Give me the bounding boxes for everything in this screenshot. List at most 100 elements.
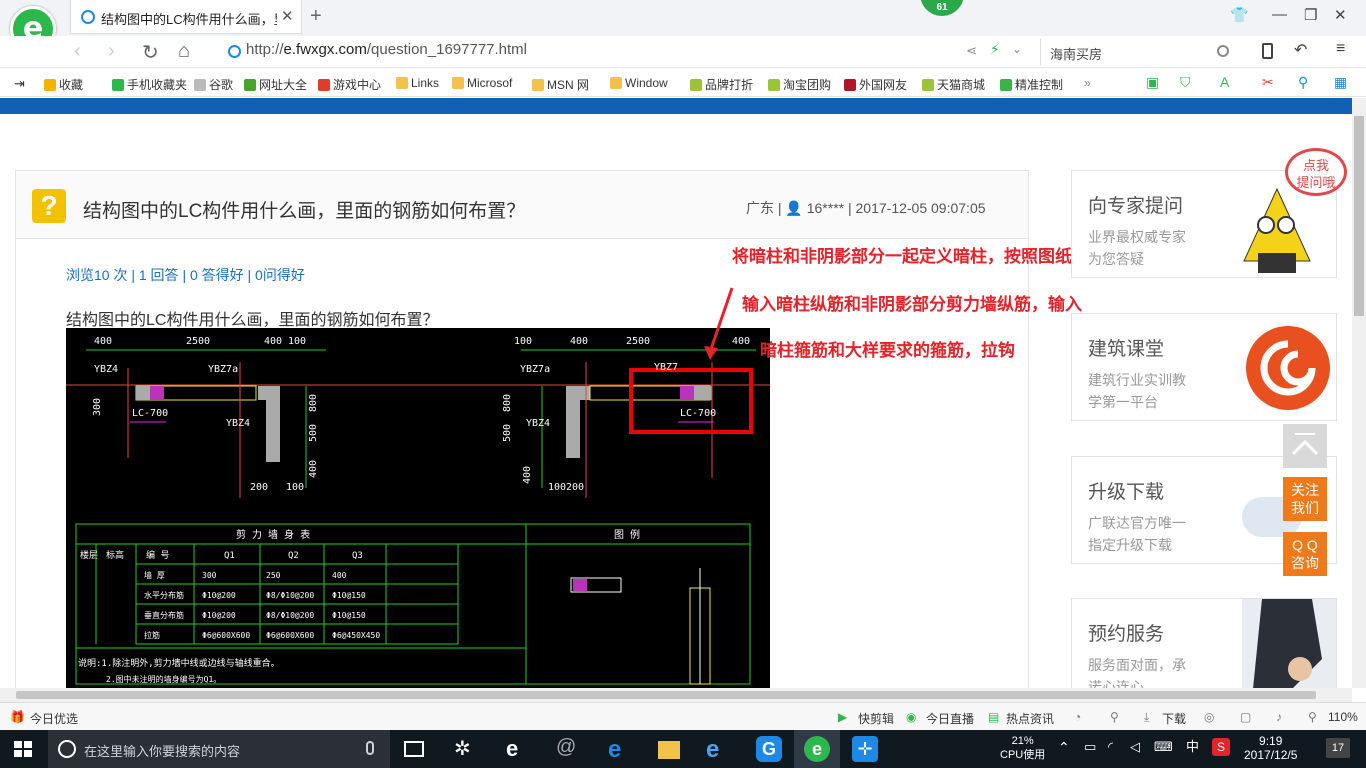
building-class-card[interactable]: 建筑课堂 建筑行业实训教 学第一平台 <box>1071 313 1337 421</box>
wifi-icon[interactable]: ◜ <box>1108 740 1113 754</box>
more-bookmarks-icon[interactable]: » <box>1084 76 1091 90</box>
sogou-ime-icon[interactable]: S <box>1212 738 1230 756</box>
search-input[interactable]: 海南买房 <box>1040 39 1240 65</box>
file-explorer-icon[interactable] <box>658 741 680 759</box>
volume-icon[interactable]: ♪ <box>1276 710 1282 724</box>
news-icon[interactable]: ▤ <box>988 710 999 724</box>
home-icon[interactable]: ⌂ <box>178 40 190 63</box>
notification-center-icon[interactable]: 17 <box>1326 738 1350 758</box>
qq-consult-button[interactable]: Q Q 咨询 <box>1283 532 1327 576</box>
bookmark-item[interactable]: 淘宝团购 <box>768 76 831 93</box>
ie-app-icon[interactable]: e <box>706 736 732 763</box>
speed-icon[interactable]: ◔ <box>1074 710 1081 724</box>
cad-drawing-image[interactable]: 400 2500 400 100 100 400 2500 400 YBZ4 YBZ7a YBZ4 Y… <box>66 328 770 688</box>
translate-icon[interactable]: A <box>1220 74 1229 90</box>
screenshot-icon[interactable]: ✂ <box>1262 74 1274 91</box>
new-tab-button[interactable]: + <box>310 5 322 28</box>
url-input[interactable]: http://e.fwxgx.com/question_1697777.html <box>246 41 527 58</box>
battery-icon[interactable]: ▭ <box>1084 740 1096 754</box>
cpu-usage[interactable]: 21% CPU使用 <box>1000 734 1045 762</box>
member-label: YBZ7a <box>208 364 238 375</box>
card-line: 指定升级下载 <box>1088 537 1172 553</box>
refresh-icon[interactable]: ↻ <box>142 40 159 65</box>
news-link[interactable]: 热点资讯 <box>1006 710 1054 727</box>
live-icon[interactable]: ◉ <box>906 710 916 724</box>
follow-us-button[interactable]: 关注 我们 <box>1283 477 1327 521</box>
notification-badge[interactable]: 61 <box>920 0 964 16</box>
sidebar-toggle-icon[interactable]: ⇥ <box>14 76 25 92</box>
live-link[interactable]: 今日直播 <box>926 710 974 727</box>
green-browser-app-icon[interactable]: e <box>804 736 830 762</box>
menu-icon[interactable]: ≡ <box>1336 40 1345 58</box>
bookmark-item[interactable]: 天猫商城 <box>922 76 985 93</box>
lightning-icon[interactable]: ⚡ <box>990 41 1000 58</box>
vertical-scroll-thumb[interactable] <box>1354 116 1364 316</box>
mobile-icon[interactable] <box>1262 43 1273 59</box>
today-picks-link[interactable]: 今日优选 <box>30 710 78 727</box>
bookmark-item[interactable]: 网址大全 <box>244 76 307 93</box>
bookmark-item[interactable]: Window <box>610 76 668 90</box>
table-title: 剪 力 墙 身 表 <box>236 528 310 541</box>
minimize-icon[interactable]: — <box>1272 6 1287 23</box>
bookmark-item[interactable]: Links <box>396 76 439 90</box>
horizontal-scroll-thumb[interactable] <box>16 691 1316 699</box>
bookmark-item[interactable]: 精准控制 <box>1000 76 1063 93</box>
video-edit-icon[interactable]: ▶ <box>838 710 847 724</box>
keyboard-icon[interactable]: ⌨ <box>1154 740 1173 754</box>
table-header: 标高 <box>106 549 124 561</box>
window-close-icon[interactable]: ✕ <box>1334 6 1347 24</box>
share-icon[interactable]: ⋖ <box>966 43 977 59</box>
tab-close-icon[interactable]: ✕ <box>281 7 294 25</box>
apps-grid-icon[interactable]: ▦ <box>1334 74 1347 91</box>
edge-app-icon[interactable]: e <box>608 736 634 763</box>
clock[interactable]: 9:19 2017/12/5 <box>1244 734 1297 762</box>
window-icon[interactable]: ▢ <box>1240 710 1251 724</box>
back-icon[interactable]: ‹ <box>74 40 81 63</box>
zoom-level[interactable]: 110% <box>1328 710 1358 724</box>
bookmark-item[interactable]: 收藏 <box>44 76 83 93</box>
back-to-top-button[interactable] <box>1283 424 1327 468</box>
browser-tab[interactable]: 结构图中的LC构件用什么画，里面 ✕ <box>70 0 302 34</box>
question-stats[interactable]: 浏览10 次 | 1 回答 | 0 答得好 | 0问得好 <box>66 265 305 285</box>
g-app-icon[interactable]: G <box>756 736 782 762</box>
pin-icon[interactable]: ⚲ <box>1110 710 1119 724</box>
settings-icon[interactable]: ◎ <box>1204 710 1214 724</box>
bookmark-item[interactable]: 游戏中心 <box>318 76 381 93</box>
windows-start-icon[interactable] <box>14 741 32 757</box>
pinwheel-app-icon[interactable]: ✲ <box>454 736 480 762</box>
tray-expand-icon[interactable]: ⌃ <box>1058 740 1070 754</box>
ask-bubble-button[interactable]: 点我 提问哦 <box>1285 148 1347 196</box>
maximize-icon[interactable]: ❐ <box>1304 6 1317 24</box>
undo-icon[interactable]: ↶ <box>1294 40 1307 60</box>
bookmark-item[interactable]: MSN 网 <box>532 76 589 93</box>
browser-e-app-icon[interactable]: e <box>506 736 532 762</box>
appointment-card[interactable]: 预约服务 服务面对面，承 诺心连心 <box>1071 598 1337 688</box>
microphone-icon[interactable] <box>366 741 374 755</box>
quick-edit-link[interactable]: 快剪辑 <box>858 710 894 727</box>
chevron-down-icon[interactable]: ⌄ <box>1012 42 1022 56</box>
bookmark-item[interactable]: 谷歌 <box>194 76 233 93</box>
gift-icon[interactable]: 🎁 <box>10 710 25 724</box>
speaker-icon[interactable]: ◁ <box>1130 740 1140 754</box>
ime-indicator[interactable]: 中 <box>1186 740 1199 754</box>
bookmark-item[interactable]: 手机收藏夹 <box>112 76 187 93</box>
forward-icon[interactable]: › <box>108 40 115 63</box>
download-link[interactable]: 下载 <box>1162 710 1186 727</box>
shield-icon[interactable]: ⛉ <box>1180 74 1191 91</box>
spiral-app-icon[interactable]: @ <box>556 736 582 762</box>
task-view-icon[interactable] <box>404 741 424 757</box>
download-icon[interactable]: ⤓ <box>1144 710 1149 725</box>
bookmark-icon <box>44 79 56 91</box>
magnifier-icon[interactable]: ⚲ <box>1298 74 1308 91</box>
plus-app-icon[interactable]: ✛ <box>852 736 878 762</box>
bookmark-item[interactable]: 外国网友 <box>844 76 907 93</box>
reader-icon[interactable]: ▣ <box>1146 74 1159 91</box>
search-icon[interactable] <box>1217 45 1229 57</box>
shirt-icon[interactable]: 👕 <box>1230 6 1249 24</box>
zoom-icon[interactable]: ⚲ <box>1308 710 1317 724</box>
bookmark-item[interactable]: Microsof <box>452 76 512 90</box>
bookmark-item[interactable]: 品牌打折 <box>690 76 753 93</box>
taskbar-search-input[interactable]: 在这里输入你要搜索的内容 <box>48 730 390 768</box>
windows-taskbar: 在这里输入你要搜索的内容 ✲ e @ e e G e ✛ 21% CPU使用 ⌃ … <box>0 730 1366 768</box>
site-security-icon[interactable] <box>228 45 241 58</box>
